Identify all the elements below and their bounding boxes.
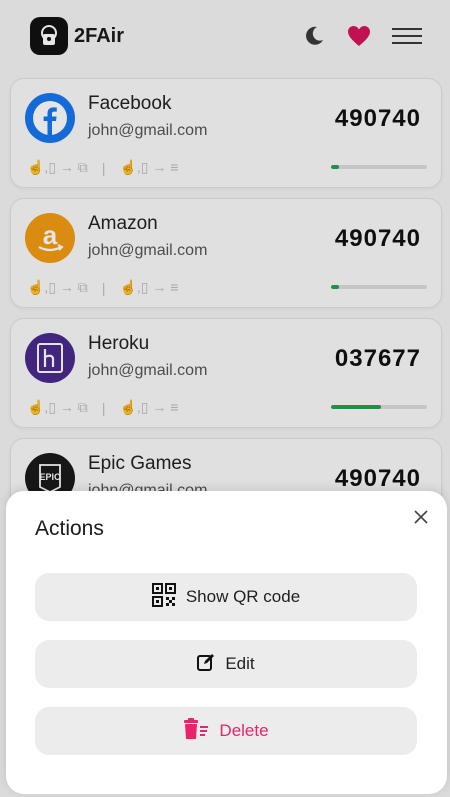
edit-icon bbox=[197, 653, 215, 676]
show-qr-code-button[interactable]: Show QR code bbox=[35, 573, 417, 621]
actions-title: Actions bbox=[35, 517, 104, 540]
delete-button[interactable]: Delete bbox=[35, 707, 417, 755]
edit-label: Edit bbox=[225, 654, 255, 673]
show-qr-code-label: Show QR code bbox=[185, 587, 301, 606]
trash-icon bbox=[183, 717, 209, 745]
qr-code-icon bbox=[151, 582, 176, 612]
edit-button[interactable]: Edit bbox=[35, 640, 417, 688]
close-icon[interactable] bbox=[411, 507, 431, 527]
delete-label: Delete bbox=[219, 721, 269, 740]
actions-sheet: Actions Show QR code Edit Delete bbox=[6, 491, 447, 794]
